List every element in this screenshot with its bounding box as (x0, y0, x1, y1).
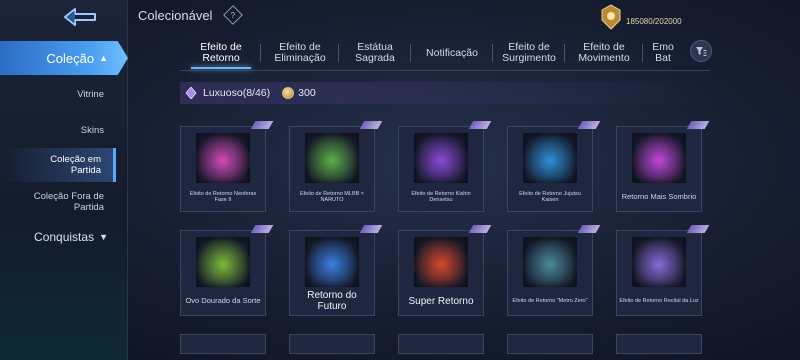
tab-efeito-de-surgimento[interactable]: Efeito de Surgimento (494, 38, 564, 68)
points-text: 185080/202000 (626, 16, 682, 26)
sidebar-item-vitrine[interactable]: Vitrine (0, 77, 116, 111)
card-label: Efeito de Retorno Kishin Densetsu (411, 190, 471, 204)
sidebar-item-label: Vitrine (77, 88, 104, 100)
card-label: Super Retorno (408, 295, 474, 307)
chevron-down-icon: ▼ (99, 232, 108, 242)
recall-effect-card[interactable]: Efeito de Retorno Jujutsu Kaisen (507, 126, 593, 212)
tab-efeito-de-movimento[interactable]: Efeito de Movimento (566, 38, 642, 68)
sidebar: Coleção ▲ Vitrine Skins Coleção em Parti… (0, 0, 128, 360)
sidebar-item-colecao[interactable]: Coleção ▲ (0, 41, 128, 75)
tab-label: Efeito de Movimento (578, 41, 630, 64)
gem-icon (185, 87, 197, 99)
back-arrow-icon (64, 8, 96, 26)
golden-egg-recall-icon (196, 237, 250, 287)
tab-bar: Efeito de Retorno Efeito de Eliminação E… (182, 38, 702, 69)
sidebar-item-skins[interactable]: Skins (0, 113, 116, 147)
recital-light-recall-icon (632, 237, 686, 287)
recall-effect-card[interactable]: Efeito de Retorno Kishin Densetsu (398, 126, 484, 212)
metro-zero-recall-icon (523, 237, 577, 287)
darkest-recall-icon (632, 133, 686, 183)
filter-icon (696, 47, 707, 56)
card-partial[interactable] (507, 334, 593, 354)
sidebar-item-label: Conquistas (34, 230, 95, 244)
section-title: Luxuoso(8/46) (203, 87, 271, 99)
super-recall-icon (414, 237, 468, 287)
recall-effect-card[interactable]: Ovo Dourado da Sorte (180, 230, 266, 316)
recall-effect-card[interactable]: Super Retorno (398, 230, 484, 316)
card-label: Retorno do Futuro (307, 290, 357, 312)
card-label: Efeito de Retorno Neoferas Fase II (189, 190, 257, 204)
card-label: Efeito de Retorno MLBB × NARUTO (299, 190, 365, 204)
tab-emo-bat[interactable]: Emo Bat (648, 38, 678, 68)
card-label: Retorno Mais Sombrio (621, 192, 697, 201)
card-label: Efeito de Retorno Recital da Luz (619, 297, 699, 304)
card-partial[interactable] (398, 334, 484, 354)
rank-badge-icon (601, 4, 621, 30)
section-header: Luxuoso(8/46) 300 (185, 84, 316, 102)
sidebar-item-label: Coleção (46, 50, 95, 66)
back-button[interactable] (58, 4, 106, 30)
card-label: Efeito de Retorno "Metro Zero" (512, 297, 588, 304)
card-partial[interactable] (180, 334, 266, 354)
card-label: Ovo Dourado da Sorte (185, 296, 261, 305)
card-label: Efeito de Retorno Jujutsu Kaisen (519, 190, 581, 204)
naruto-recall-icon (305, 133, 359, 183)
sidebar-item-label: Coleção em Partida (50, 154, 101, 176)
jujutsu-recall-icon (523, 133, 577, 183)
tab-notificacao[interactable]: Notificação (412, 38, 492, 68)
tab-label: Notificação (426, 46, 478, 59)
chevron-up-icon: ▲ (99, 53, 108, 63)
recall-effect-card[interactable]: Efeito de Retorno MLBB × NARUTO (289, 126, 375, 212)
tab-label: Efeito de Eliminação (274, 41, 326, 64)
card-partial[interactable] (289, 334, 375, 354)
recall-effect-card[interactable]: Retorno Mais Sombrio (616, 126, 702, 212)
sidebar-item-colecao-em-partida[interactable]: Coleção em Partida (0, 148, 116, 182)
recall-effect-card[interactable]: Efeito de Retorno Recital da Luz (616, 230, 702, 316)
page-title: Colecionável (138, 8, 213, 23)
sidebar-item-conquistas[interactable]: Conquistas ▼ (0, 220, 128, 254)
recall-effect-card[interactable]: Efeito de Retorno "Metro Zero" (507, 230, 593, 316)
neobeasts-recall-icon (196, 133, 250, 183)
future-recall-icon (305, 237, 359, 287)
section-cost: 300 (298, 87, 316, 99)
tab-label: Estátua Sagrada (355, 41, 395, 64)
sidebar-item-colecao-fora-de-partida[interactable]: Coleção Fora de Partida (0, 185, 116, 219)
filter-button[interactable] (690, 40, 712, 62)
tab-label: Efeito de Retorno (200, 41, 242, 64)
card-partial[interactable] (616, 334, 702, 354)
tab-efeito-de-retorno[interactable]: Efeito de Retorno (182, 38, 260, 69)
sidebar-item-label: Skins (80, 124, 104, 136)
sidebar-item-label: Coleção Fora de Partida (33, 191, 104, 213)
recall-effect-card[interactable]: Efeito de Retorno Neoferas Fase II (180, 126, 266, 212)
coin-icon (282, 87, 295, 99)
collection-points[interactable]: 185080/202000 (601, 4, 682, 32)
recall-effect-card[interactable]: Retorno do Futuro (289, 230, 375, 316)
tab-label: Emo Bat (652, 41, 674, 64)
tab-estatua-sagrada[interactable]: Estátua Sagrada (340, 38, 410, 68)
kishin-recall-icon (414, 133, 468, 183)
tab-efeito-de-eliminacao[interactable]: Efeito de Eliminação (262, 38, 338, 68)
info-icon[interactable]: ? (223, 5, 243, 25)
tab-label: Efeito de Surgimento (502, 41, 556, 64)
tab-divider (180, 70, 710, 71)
